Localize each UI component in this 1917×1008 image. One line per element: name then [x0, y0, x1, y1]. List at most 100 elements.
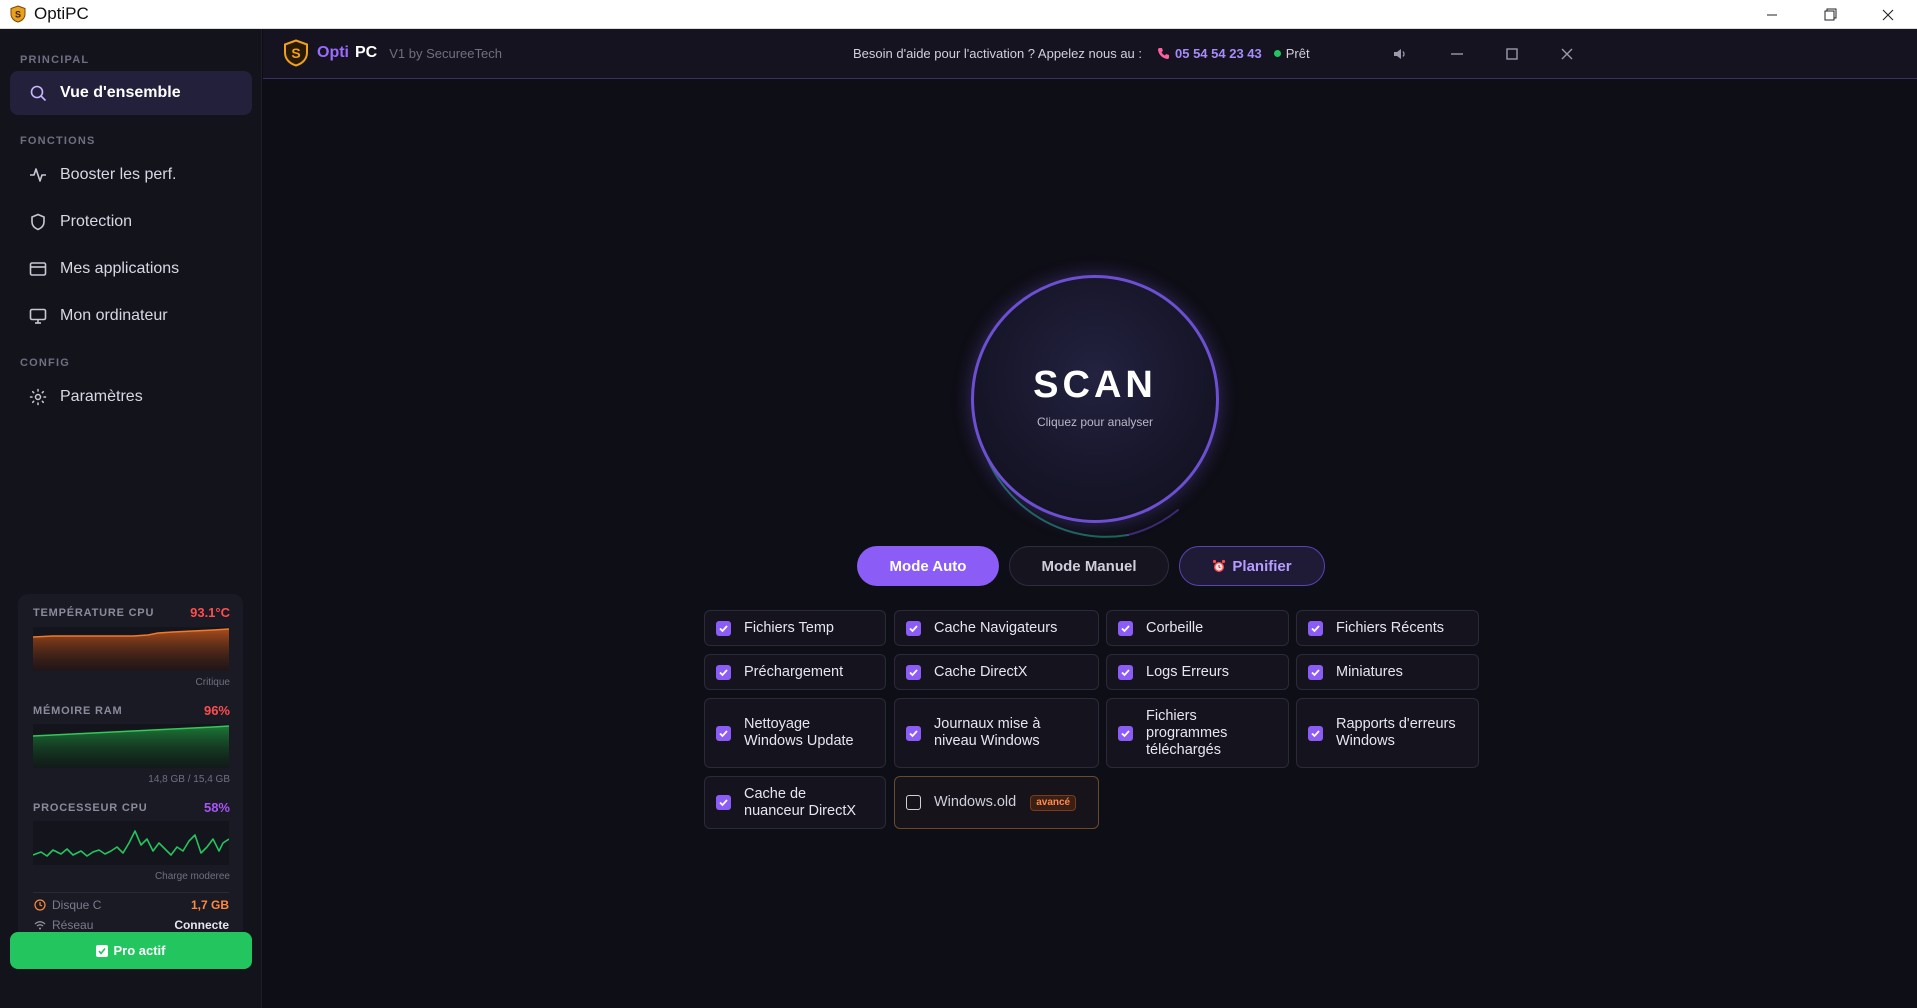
- gear-icon: [28, 387, 48, 407]
- checkbox-checked-icon[interactable]: [906, 664, 921, 680]
- search-icon: [28, 83, 48, 103]
- option-label: Fichiers programmes téléchargés: [1146, 707, 1228, 758]
- option-item[interactable]: Cache de nuanceur DirectX: [704, 776, 886, 829]
- wifi-icon: [33, 919, 46, 932]
- checkbox-checked-icon[interactable]: [906, 725, 921, 741]
- cpu-load-text: Charge moderee: [154, 871, 230, 882]
- window-icon: [28, 259, 48, 279]
- shield-icon: [28, 212, 48, 232]
- network-row: Réseau Connecte: [33, 918, 229, 932]
- option-item[interactable]: Miniatures: [1296, 654, 1479, 690]
- os-restore-button[interactable]: [1801, 0, 1859, 29]
- sidebar-item-label: Mes applications: [60, 260, 180, 277]
- pro-active-button[interactable]: Pro actif: [10, 932, 252, 969]
- scan-button[interactable]: SCAN Cliquez pour analyser: [971, 275, 1219, 523]
- sidebar: PRINCIPAL Vue d'ensemble FONCTIONS Boost…: [0, 29, 262, 1008]
- checkbox-unchecked-icon[interactable]: [906, 795, 921, 810]
- checkbox-checked-icon[interactable]: [716, 725, 731, 741]
- checkbox-checked-icon[interactable]: [716, 664, 731, 680]
- sidebar-item-label: Vue d'ensemble: [60, 84, 181, 101]
- cpu-graph: [33, 821, 229, 865]
- option-label: Préchargement: [744, 663, 844, 680]
- os-close-button[interactable]: [1859, 0, 1917, 29]
- option-item[interactable]: Cache DirectX: [894, 654, 1099, 690]
- sidebar-item-label: Protection: [60, 213, 133, 230]
- network-label: Réseau: [52, 918, 94, 932]
- app-minimize-button[interactable]: [1445, 42, 1469, 66]
- option-item[interactable]: Fichiers Temp: [704, 610, 886, 646]
- cpu-temp-label: TEMPÉRATURE CPU: [33, 607, 155, 619]
- checkbox-checked-icon[interactable]: [1308, 725, 1323, 741]
- cpu-value: 58%: [203, 800, 230, 815]
- app-close-button[interactable]: [1555, 42, 1579, 66]
- svg-text:S: S: [15, 10, 21, 20]
- sidebar-item-settings[interactable]: Paramètres: [10, 375, 252, 419]
- disk-label: Disque C: [52, 898, 102, 912]
- checkbox-checked-icon[interactable]: [1118, 725, 1133, 741]
- option-label: Nettoyage Windows Update: [744, 716, 854, 749]
- option-item[interactable]: Fichiers programmes téléchargés: [1106, 698, 1289, 768]
- checkbox-checked-icon[interactable]: [716, 795, 731, 810]
- sidebar-item-protection[interactable]: Protection: [10, 200, 252, 244]
- option-label: Miniatures: [1336, 663, 1403, 680]
- app-maximize-button[interactable]: [1500, 42, 1524, 66]
- checkbox-checked-icon[interactable]: [1308, 620, 1323, 636]
- support-phone[interactable]: 05 54 54 23 43: [1175, 46, 1262, 61]
- volume-icon[interactable]: [1388, 42, 1412, 66]
- schedule-label: Planifier: [1232, 557, 1292, 575]
- option-label: Logs Erreurs: [1146, 663, 1230, 680]
- section-label-principal: PRINCIPAL: [20, 54, 90, 66]
- help-banner: Besoin d'aide pour l'activation ? Appele…: [853, 46, 1310, 61]
- cpu-temp-graph: [33, 627, 229, 671]
- sidebar-item-boost[interactable]: Booster les perf.: [10, 153, 252, 197]
- ram-value: 96%: [203, 703, 230, 718]
- checkbox-checked-icon[interactable]: [1118, 620, 1133, 636]
- ram-usage-text: 14,8 GB / 15,4 GB: [148, 774, 230, 785]
- cpu-temp-value: 93.1°C: [190, 605, 230, 620]
- sidebar-item-computer[interactable]: Mon ordinateur: [10, 294, 252, 338]
- checkbox-checked-icon[interactable]: [1308, 664, 1323, 680]
- scan-title: SCAN: [1033, 363, 1157, 406]
- ram-graph: [33, 724, 229, 768]
- option-label: Windows.old: [934, 794, 1017, 810]
- schedule-button[interactable]: Planifier: [1179, 546, 1325, 586]
- checkbox-checked-icon[interactable]: [906, 620, 921, 636]
- mode-manual-button[interactable]: Mode Manuel: [1009, 546, 1169, 586]
- brand: S Opti PC V1 by SecureeTech: [283, 39, 502, 67]
- checkbox-checked-icon[interactable]: [1118, 664, 1133, 680]
- brand-pc: PC: [355, 44, 378, 61]
- status-text: Prêt: [1285, 46, 1310, 61]
- option-label: Cache DirectX: [934, 663, 1028, 680]
- option-item[interactable]: Corbeille: [1106, 610, 1289, 646]
- checkbox-checked-icon[interactable]: [716, 620, 731, 636]
- activity-icon: [28, 165, 48, 185]
- option-label: Fichiers Temp: [744, 619, 834, 636]
- option-item[interactable]: Logs Erreurs: [1106, 654, 1289, 690]
- sidebar-item-label: Booster les perf.: [60, 166, 177, 183]
- option-item[interactable]: Rapports d'erreurs Windows: [1296, 698, 1479, 768]
- logo-shield-icon: S: [283, 39, 309, 67]
- sidebar-item-overview[interactable]: Vue d'ensemble: [10, 71, 252, 115]
- stats-divider: [33, 892, 229, 893]
- option-item-advanced[interactable]: Windows.old avancé: [894, 776, 1099, 829]
- sidebar-item-applications[interactable]: Mes applications: [10, 247, 252, 291]
- app-header: S Opti PC V1 by SecureeTech Besoin d'aid…: [263, 29, 1917, 79]
- option-item[interactable]: Préchargement: [704, 654, 886, 690]
- main-content: SCAN Cliquez pour analyser Mode Auto Mod…: [263, 80, 1917, 1008]
- option-item[interactable]: Journaux mise à niveau Windows: [894, 698, 1099, 768]
- section-label-fonctions: FONCTIONS: [20, 135, 96, 147]
- phone-icon: [1156, 47, 1170, 61]
- os-minimize-button[interactable]: [1743, 0, 1801, 29]
- brand-opti: Opti: [317, 44, 349, 61]
- mode-auto-button[interactable]: Mode Auto: [857, 546, 999, 586]
- monitor-icon: [28, 306, 48, 326]
- option-item[interactable]: Nettoyage Windows Update: [704, 698, 886, 768]
- option-item[interactable]: Fichiers Récents: [1296, 610, 1479, 646]
- scan-area: SCAN Cliquez pour analyser: [948, 260, 1238, 550]
- option-label: Corbeille: [1146, 619, 1204, 636]
- alarm-clock-icon: [1212, 559, 1226, 573]
- option-item[interactable]: Cache Navigateurs: [894, 610, 1099, 646]
- sidebar-item-label: Paramètres: [60, 388, 143, 405]
- advanced-badge: avancé: [1030, 794, 1077, 811]
- os-window-title: OptiPC: [34, 4, 89, 23]
